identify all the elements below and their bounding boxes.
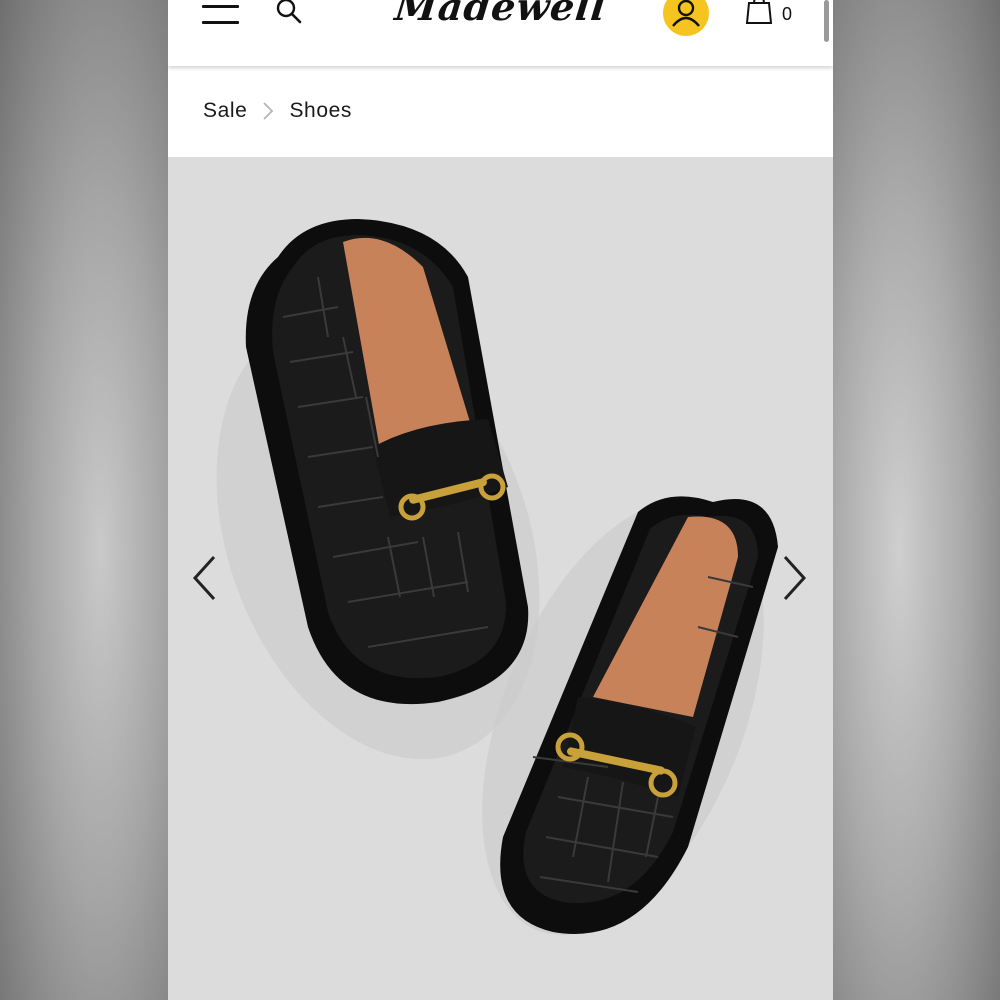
madewell-logo[interactable]: Madewell <box>387 0 613 44</box>
breadcrumb: Sale Shoes <box>203 96 352 126</box>
chevron-left-icon[interactable] <box>190 553 220 603</box>
chevron-right-icon <box>263 102 274 120</box>
hamburger-menu-icon[interactable] <box>202 2 240 26</box>
scrollbar[interactable] <box>824 0 829 42</box>
background-right-blur <box>832 0 1000 1000</box>
mobile-page: Madewell 0 Sale Shoes <box>168 0 833 1000</box>
breadcrumb-item-shoes[interactable]: Shoes <box>289 99 352 123</box>
product-image-gallery[interactable] <box>168 157 833 1000</box>
chevron-right-icon[interactable] <box>779 553 809 603</box>
cart-count[interactable]: 0 <box>782 4 792 25</box>
search-icon[interactable] <box>274 0 304 26</box>
breadcrumb-item-sale[interactable]: Sale <box>203 99 247 123</box>
product-image-loafers <box>216 219 778 935</box>
background-left-blur <box>0 0 168 1000</box>
user-account-icon[interactable] <box>663 0 709 36</box>
site-header: Madewell 0 <box>168 0 833 66</box>
shopping-bag-icon[interactable] <box>745 0 773 26</box>
